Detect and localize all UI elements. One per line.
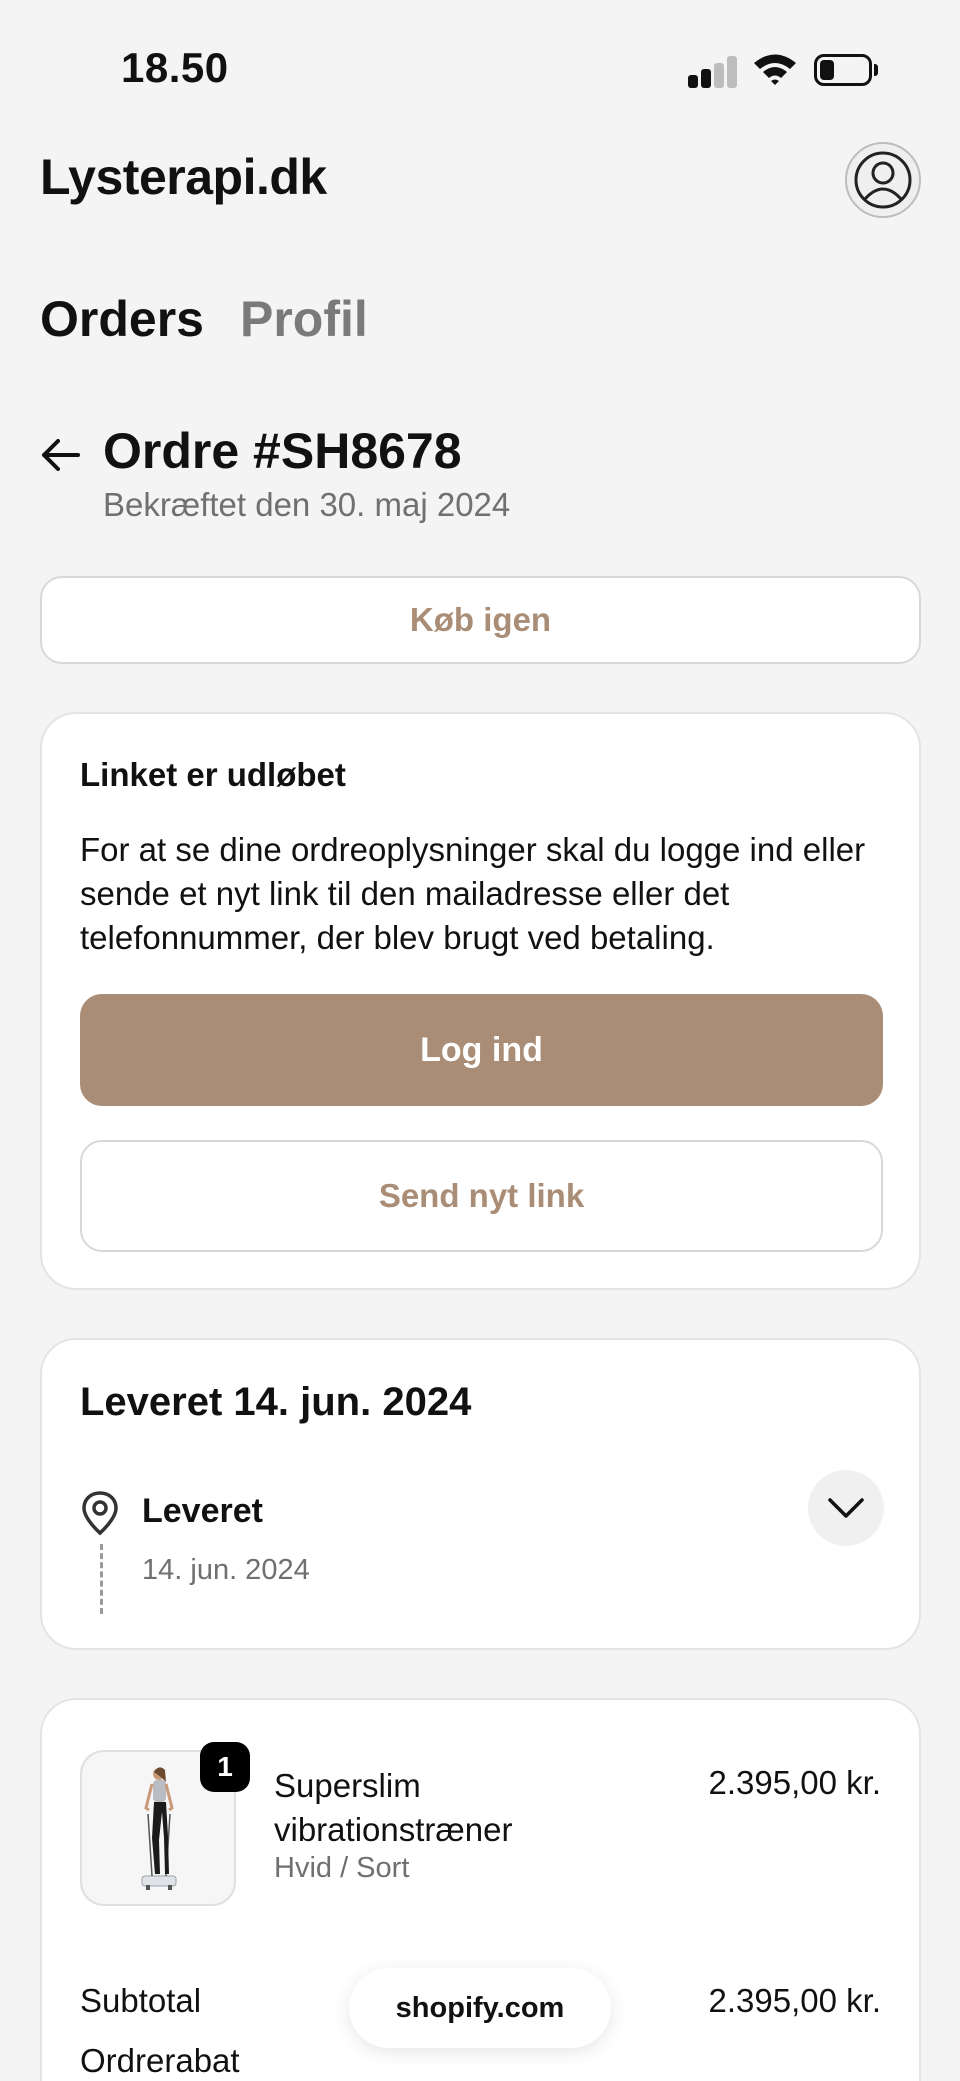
timeline-connector [100,1544,103,1614]
product-name: Superslim vibrationstræner [274,1767,513,1848]
tab-orders[interactable]: Orders [40,290,204,348]
send-new-link-button[interactable]: Send nyt link [80,1140,883,1252]
delivery-status: Leveret [142,1492,263,1530]
tab-bar: Orders Profil [40,290,368,348]
expand-button[interactable] [808,1470,884,1546]
location-pin-icon [82,1491,118,1536]
status-time: 18.50 [121,44,229,91]
expired-link-card: Linket er udløbet For at se dine ordreop… [40,712,921,1290]
expired-link-title: Linket er udløbet [80,756,346,793]
back-arrow-icon[interactable] [38,432,84,478]
product-price: 2.395,00 kr. [708,1764,881,1801]
order-confirmed-date: Bekræftet den 30. maj 2024 [103,486,511,523]
wifi-icon [754,54,796,85]
delivery-card: Leveret 14. jun. 2024 Leveret 14. jun. 2… [40,1338,921,1650]
delivery-heading: Leveret 14. jun. 2024 [80,1380,472,1424]
expired-link-text: For at se dine ordreoplysninger skal du … [80,831,866,956]
battery-icon [814,54,878,86]
product-variant: Hvid / Sort [274,1852,410,1884]
chevron-down-icon [828,1498,864,1518]
subtotal-value: 2.395,00 kr. [708,1982,881,2019]
quantity-badge: 1 [200,1742,250,1792]
tab-profil[interactable]: Profil [240,290,368,348]
brand-title: Lysterapi.dk [40,149,327,205]
delivery-date: 14. jun. 2024 [142,1554,310,1586]
login-button[interactable]: Log ind [80,994,883,1106]
order-title: Ordre #SH8678 [103,423,462,479]
order-discount-label: Ordrerabat [80,2042,240,2079]
subtotal-label: Subtotal [80,1982,202,2019]
domain-pill[interactable]: shopify.com [349,1968,611,2048]
buy-again-button[interactable]: Køb igen [40,576,921,664]
signal-icon [688,56,738,88]
user-circle-icon[interactable] [845,142,921,218]
order-page: 18.50 Lysterapi.dk Orders Profil Ordre #… [0,0,960,2081]
